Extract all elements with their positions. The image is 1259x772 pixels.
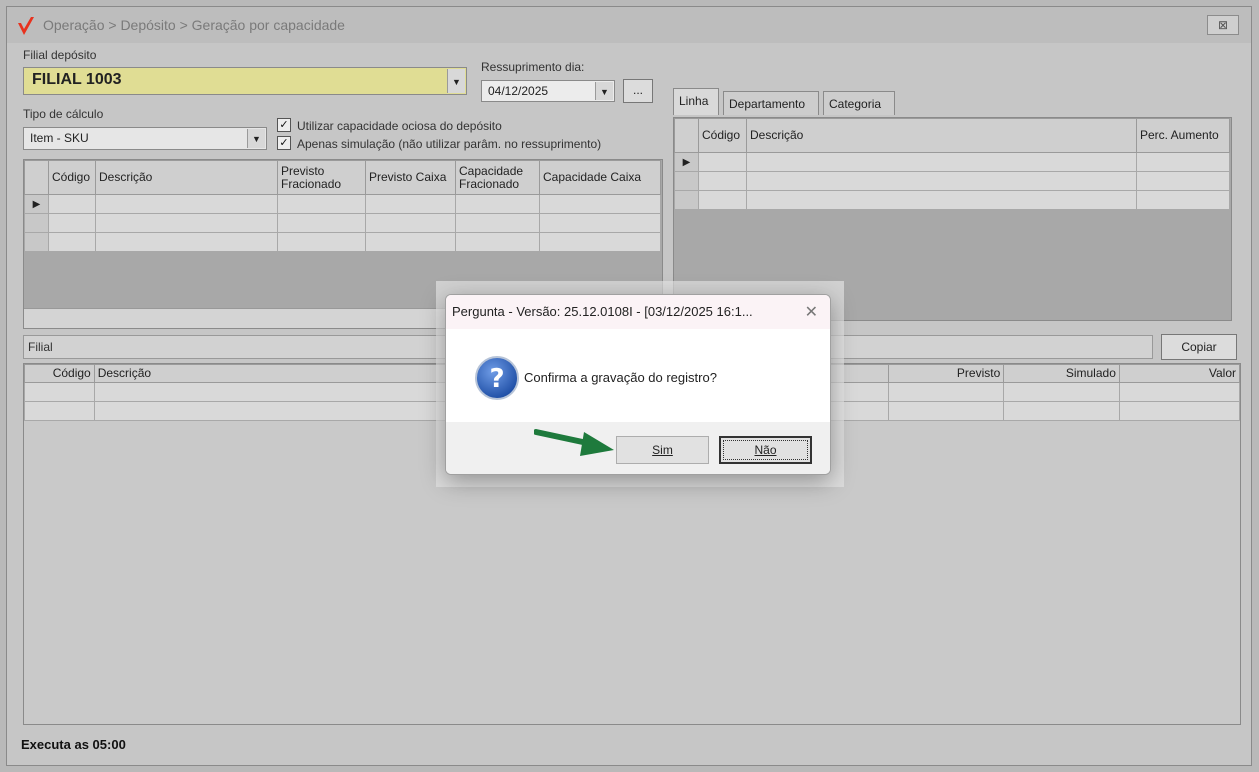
tab-categoria[interactable]: Categoria [823,91,895,115]
window-title: Operação > Depósito > Geração por capaci… [43,17,345,33]
ressuprimento-date-picker[interactable]: 04/12/2025 ▼ [481,80,615,102]
table-row[interactable] [24,213,661,233]
app-logo-icon [18,17,34,35]
row-indicator-header [674,118,699,153]
status-text: Executa as 05:00 [21,737,126,752]
col-simulado[interactable]: Simulado [1003,364,1120,383]
checkbox-apenas-simulacao-label: Apenas simulação (não utilizar parâm. no… [297,137,602,151]
dialog-title-bar: Pergunta - Versão: 25.12.0108I - [03/12/… [446,295,830,329]
tab-linha[interactable]: Linha [673,88,719,115]
nao-button[interactable]: Não [719,436,812,464]
copiar-button[interactable]: Copiar [1161,334,1237,360]
col-codigo[interactable]: Código [698,118,747,153]
current-row-arrow-icon: ▶ [674,152,699,172]
window-close-button[interactable]: ⊠ [1207,15,1239,35]
checkbox-capacidade-ociosa-label: Utilizar capacidade ociosa do depósito [297,119,502,133]
col-capacidade-caixa[interactable]: Capacidade Caixa [539,160,661,195]
chevron-down-icon[interactable]: ▼ [447,69,465,93]
col-codigo[interactable]: Código [24,364,95,383]
dialog-title: Pergunta - Versão: 25.12.0108I - [03/12/… [452,304,753,319]
dialog-message: Confirma a gravação do registro? [524,370,717,385]
table-row[interactable]: ▶ [24,194,661,214]
filial-label: Filial depósito [23,48,97,62]
svg-text:?: ? [489,364,504,394]
col-capacidade-fracionado[interactable]: Capacidade Fracionado [455,160,540,195]
checkbox-capacidade-ociosa[interactable]: ✓ [277,118,291,132]
tipo-calculo-label: Tipo de cálculo [23,107,104,121]
question-icon: ? [475,356,519,400]
table-row[interactable] [24,232,661,252]
nao-button-label: Não [754,443,777,457]
col-descricao[interactable]: Descrição [95,160,278,195]
checkbox-apenas-simulacao[interactable]: ✓ [277,136,291,150]
col-valor[interactable]: Valor [1118,364,1240,383]
filial-select[interactable]: FILIAL 1003 ▼ [23,67,467,95]
col-perc-aumento[interactable]: Perc. Aumento [1136,118,1230,153]
filial-bar-label: Filial [28,340,53,354]
arrow-pointer-icon [534,429,614,456]
chevron-down-icon[interactable]: ▼ [595,82,613,100]
ellipsis-button[interactable]: ... [623,79,653,103]
table-row[interactable] [674,171,1230,191]
col-codigo[interactable]: Código [48,160,96,195]
capacidade-table: Código Descrição Previsto Fracionado Pre… [24,160,661,252]
confirm-dialog: Pergunta - Versão: 25.12.0108I - [03/12/… [445,294,831,475]
table-row[interactable] [674,190,1230,210]
col-previsto-fracionado[interactable]: Previsto Fracionado [277,160,366,195]
sim-button[interactable]: Sim [616,436,709,464]
tipo-calculo-select[interactable]: Item - SKU ▼ [23,127,267,150]
table-header-row: Código Descrição Previsto Fracionado Pre… [24,160,661,195]
col-previsto-caixa[interactable]: Previsto Caixa [365,160,456,195]
linha-table: Código Descrição Perc. Aumento ▶ [674,118,1230,210]
title-bar: Operação > Depósito > Geração por capaci… [7,7,1251,43]
ressuprimento-label: Ressuprimento dia: [481,60,585,74]
tab-departamento[interactable]: Departamento [723,91,819,115]
filial-value: FILIAL 1003 [32,71,122,88]
row-indicator-header [24,160,49,195]
tab-bar: Linha Departamento Categoria [673,88,1243,115]
table-header-row: Código Descrição Perc. Aumento [674,118,1230,153]
dialog-close-icon[interactable]: ✕ [805,302,818,322]
chevron-down-icon[interactable]: ▼ [247,129,265,148]
ressuprimento-value: 04/12/2025 [488,84,549,98]
sim-button-label: Sim [652,443,673,457]
col-descricao[interactable]: Descrição [746,118,1137,153]
tipo-calculo-value: Item - SKU [30,131,89,145]
col-previsto[interactable]: Previsto [888,364,1005,383]
current-row-arrow-icon: ▶ [24,194,49,214]
table-row[interactable]: ▶ [674,152,1230,172]
